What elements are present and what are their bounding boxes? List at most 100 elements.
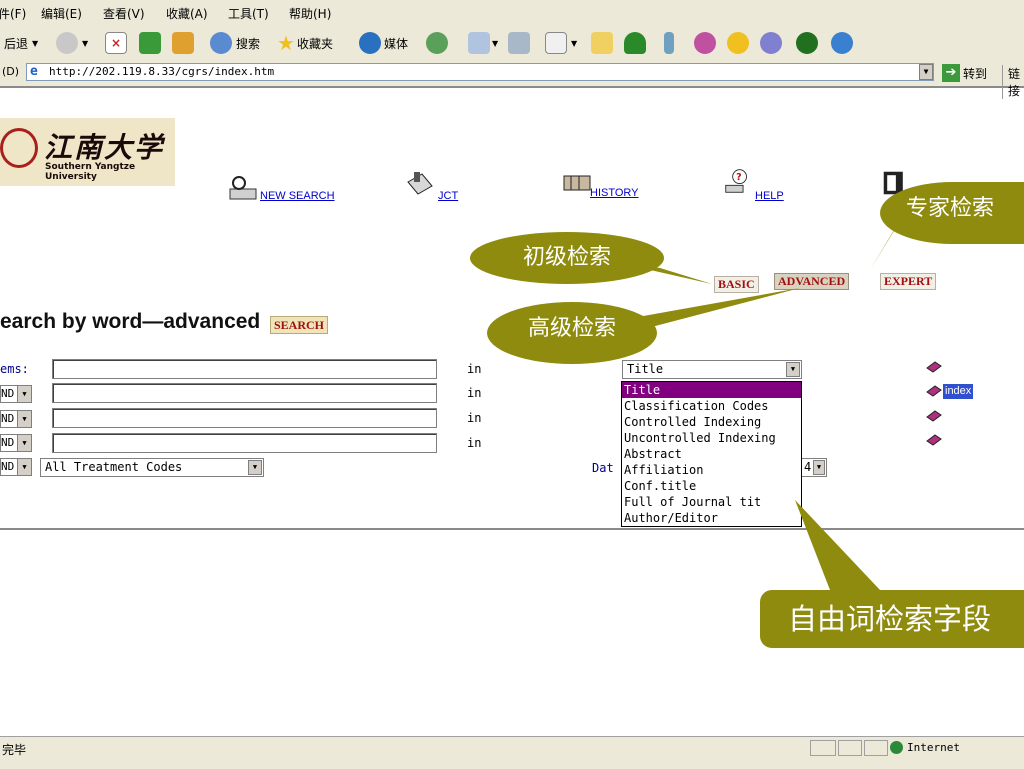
stop-button[interactable]: × bbox=[105, 31, 127, 55]
print-icon bbox=[508, 32, 530, 54]
search-button[interactable]: 搜索 bbox=[210, 31, 260, 55]
help-link[interactable]: HELP bbox=[755, 190, 784, 202]
year-select[interactable]: 4 ▼ bbox=[801, 458, 827, 477]
address-url: http://202.119.8.33/cgrs/index.htm bbox=[49, 65, 275, 78]
planet-button[interactable] bbox=[760, 31, 782, 55]
status-cell bbox=[864, 740, 888, 756]
media-label: 媒体 bbox=[384, 36, 409, 51]
terms-label: ems: bbox=[0, 362, 29, 376]
callout-basic: 初级检索 bbox=[470, 232, 664, 284]
status-text: 完毕 bbox=[2, 743, 27, 757]
year-value: 4 bbox=[804, 460, 812, 474]
security-zone: Internet bbox=[890, 741, 960, 754]
field-option[interactable]: Affiliation bbox=[622, 462, 801, 478]
forward-icon bbox=[56, 32, 78, 54]
chevron-down-icon: ▼ bbox=[248, 460, 262, 475]
field-option[interactable]: Full of Journal tit bbox=[622, 494, 801, 510]
print-button[interactable] bbox=[508, 31, 530, 55]
chevron-down-icon: ▼ bbox=[17, 386, 31, 402]
operator-value: ND bbox=[1, 387, 15, 400]
forward-button[interactable]: ▼ bbox=[56, 31, 88, 55]
history-link[interactable]: HISTORY bbox=[590, 187, 639, 199]
boolean-operator-select-3[interactable]: ND ▼ bbox=[0, 410, 32, 428]
stop-icon: × bbox=[105, 32, 127, 54]
green-circle-icon bbox=[796, 32, 818, 54]
favorites-label: 收藏夹 bbox=[296, 36, 333, 51]
media-button[interactable]: 媒体 bbox=[359, 31, 408, 55]
search-field-select[interactable]: Title ▼ bbox=[622, 360, 802, 379]
chevron-down-icon: ▼ bbox=[813, 460, 825, 475]
seal-icon bbox=[0, 128, 38, 168]
mail-button[interactable]: ▼ bbox=[468, 31, 498, 55]
field-option[interactable]: Title bbox=[622, 382, 801, 398]
boolean-operator-select-4[interactable]: ND ▼ bbox=[0, 434, 32, 452]
treatment-codes-select[interactable]: All Treatment Codes ▼ bbox=[40, 458, 264, 477]
field-option[interactable]: Abstract bbox=[622, 446, 801, 462]
magnifier-icon[interactable] bbox=[228, 175, 258, 201]
green-button[interactable] bbox=[796, 31, 818, 55]
tree-button[interactable] bbox=[624, 31, 646, 55]
search-term-input-1[interactable] bbox=[52, 359, 437, 379]
expert-mode-button[interactable]: EXPERT bbox=[880, 273, 937, 290]
field-options-list: Title Classification Codes Controlled In… bbox=[621, 381, 802, 527]
search-submit-button[interactable]: SEARCH bbox=[270, 316, 329, 334]
search-term-input-3[interactable] bbox=[52, 408, 437, 428]
book-icon[interactable] bbox=[925, 433, 943, 447]
new-search-link[interactable]: NEW SEARCH bbox=[260, 190, 335, 202]
basic-mode-button[interactable]: BASIC bbox=[714, 276, 759, 293]
history-icon bbox=[426, 32, 448, 54]
advanced-mode-button[interactable]: ADVANCED bbox=[774, 273, 850, 290]
history-books-icon[interactable] bbox=[562, 170, 592, 196]
boolean-operator-select-5[interactable]: ND ▼ bbox=[0, 458, 32, 476]
callout-expert: 专家检索 bbox=[880, 182, 1024, 244]
menu-tools[interactable]: 工具(T) bbox=[228, 5, 269, 22]
chevron-down-icon: ▼ bbox=[571, 38, 578, 48]
chevron-down-icon: ▼ bbox=[492, 38, 499, 48]
menu-file[interactable]: 件(F) bbox=[0, 5, 26, 22]
in-label: in bbox=[467, 386, 482, 400]
jct-link[interactable]: JCT bbox=[438, 190, 458, 202]
menu-view[interactable]: 查看(V) bbox=[103, 5, 145, 22]
search-term-input-2[interactable] bbox=[52, 383, 437, 403]
messenger-button[interactable] bbox=[694, 31, 716, 55]
menu-favorites[interactable]: 收藏(A) bbox=[166, 5, 208, 22]
menu-help[interactable]: 帮助(H) bbox=[289, 5, 331, 22]
edit-button[interactable]: ▼ bbox=[545, 31, 577, 55]
bottle-icon bbox=[664, 32, 674, 54]
university-logo: 江南大学 Southern Yangtze University bbox=[0, 118, 175, 186]
home-icon bbox=[172, 32, 194, 54]
bottle-button[interactable] bbox=[664, 31, 674, 55]
chevron-down-icon: ▼ bbox=[17, 459, 31, 475]
search-term-input-4[interactable] bbox=[52, 433, 437, 453]
field-option[interactable]: Uncontrolled Indexing bbox=[622, 430, 801, 446]
menu-edit[interactable]: 编辑(E) bbox=[41, 5, 82, 22]
address-input[interactable]: e http://202.119.8.33/cgrs/index.htm ▼ bbox=[26, 63, 934, 81]
book-icon[interactable] bbox=[925, 360, 943, 374]
field-option[interactable]: Classification Codes bbox=[622, 398, 801, 414]
operator-value: ND bbox=[1, 436, 15, 449]
boolean-operator-select-2[interactable]: ND ▼ bbox=[0, 385, 32, 403]
zone-label: Internet bbox=[907, 741, 960, 754]
book-icon[interactable] bbox=[925, 409, 943, 423]
folder-button[interactable] bbox=[591, 31, 613, 55]
field-option[interactable]: Controlled Indexing bbox=[622, 414, 801, 430]
smiley-button[interactable] bbox=[727, 31, 749, 55]
chevron-down-icon[interactable]: ▼ bbox=[919, 64, 933, 80]
planet-icon bbox=[760, 32, 782, 54]
go-button[interactable]: ➔ 转到 bbox=[942, 63, 987, 83]
home-button[interactable] bbox=[172, 31, 194, 55]
index-button[interactable]: index bbox=[943, 384, 974, 399]
help-icon[interactable]: ? bbox=[722, 168, 752, 194]
refresh-button[interactable] bbox=[139, 31, 161, 55]
favorites-button[interactable]: ★ 收藏夹 bbox=[277, 31, 333, 55]
operator-value: ND bbox=[1, 460, 15, 473]
field-option[interactable]: Author/Editor bbox=[622, 510, 801, 526]
smiley-icon bbox=[727, 32, 749, 54]
back-button[interactable]: 后退 ▼ bbox=[4, 31, 38, 55]
history-toolbar-button[interactable] bbox=[426, 31, 448, 55]
browser-button[interactable] bbox=[831, 31, 853, 55]
book-icon[interactable] bbox=[925, 384, 943, 398]
field-option[interactable]: Conf.title bbox=[622, 478, 801, 494]
jct-icon[interactable] bbox=[404, 170, 434, 196]
links-label[interactable]: 链接 bbox=[1002, 65, 1024, 99]
